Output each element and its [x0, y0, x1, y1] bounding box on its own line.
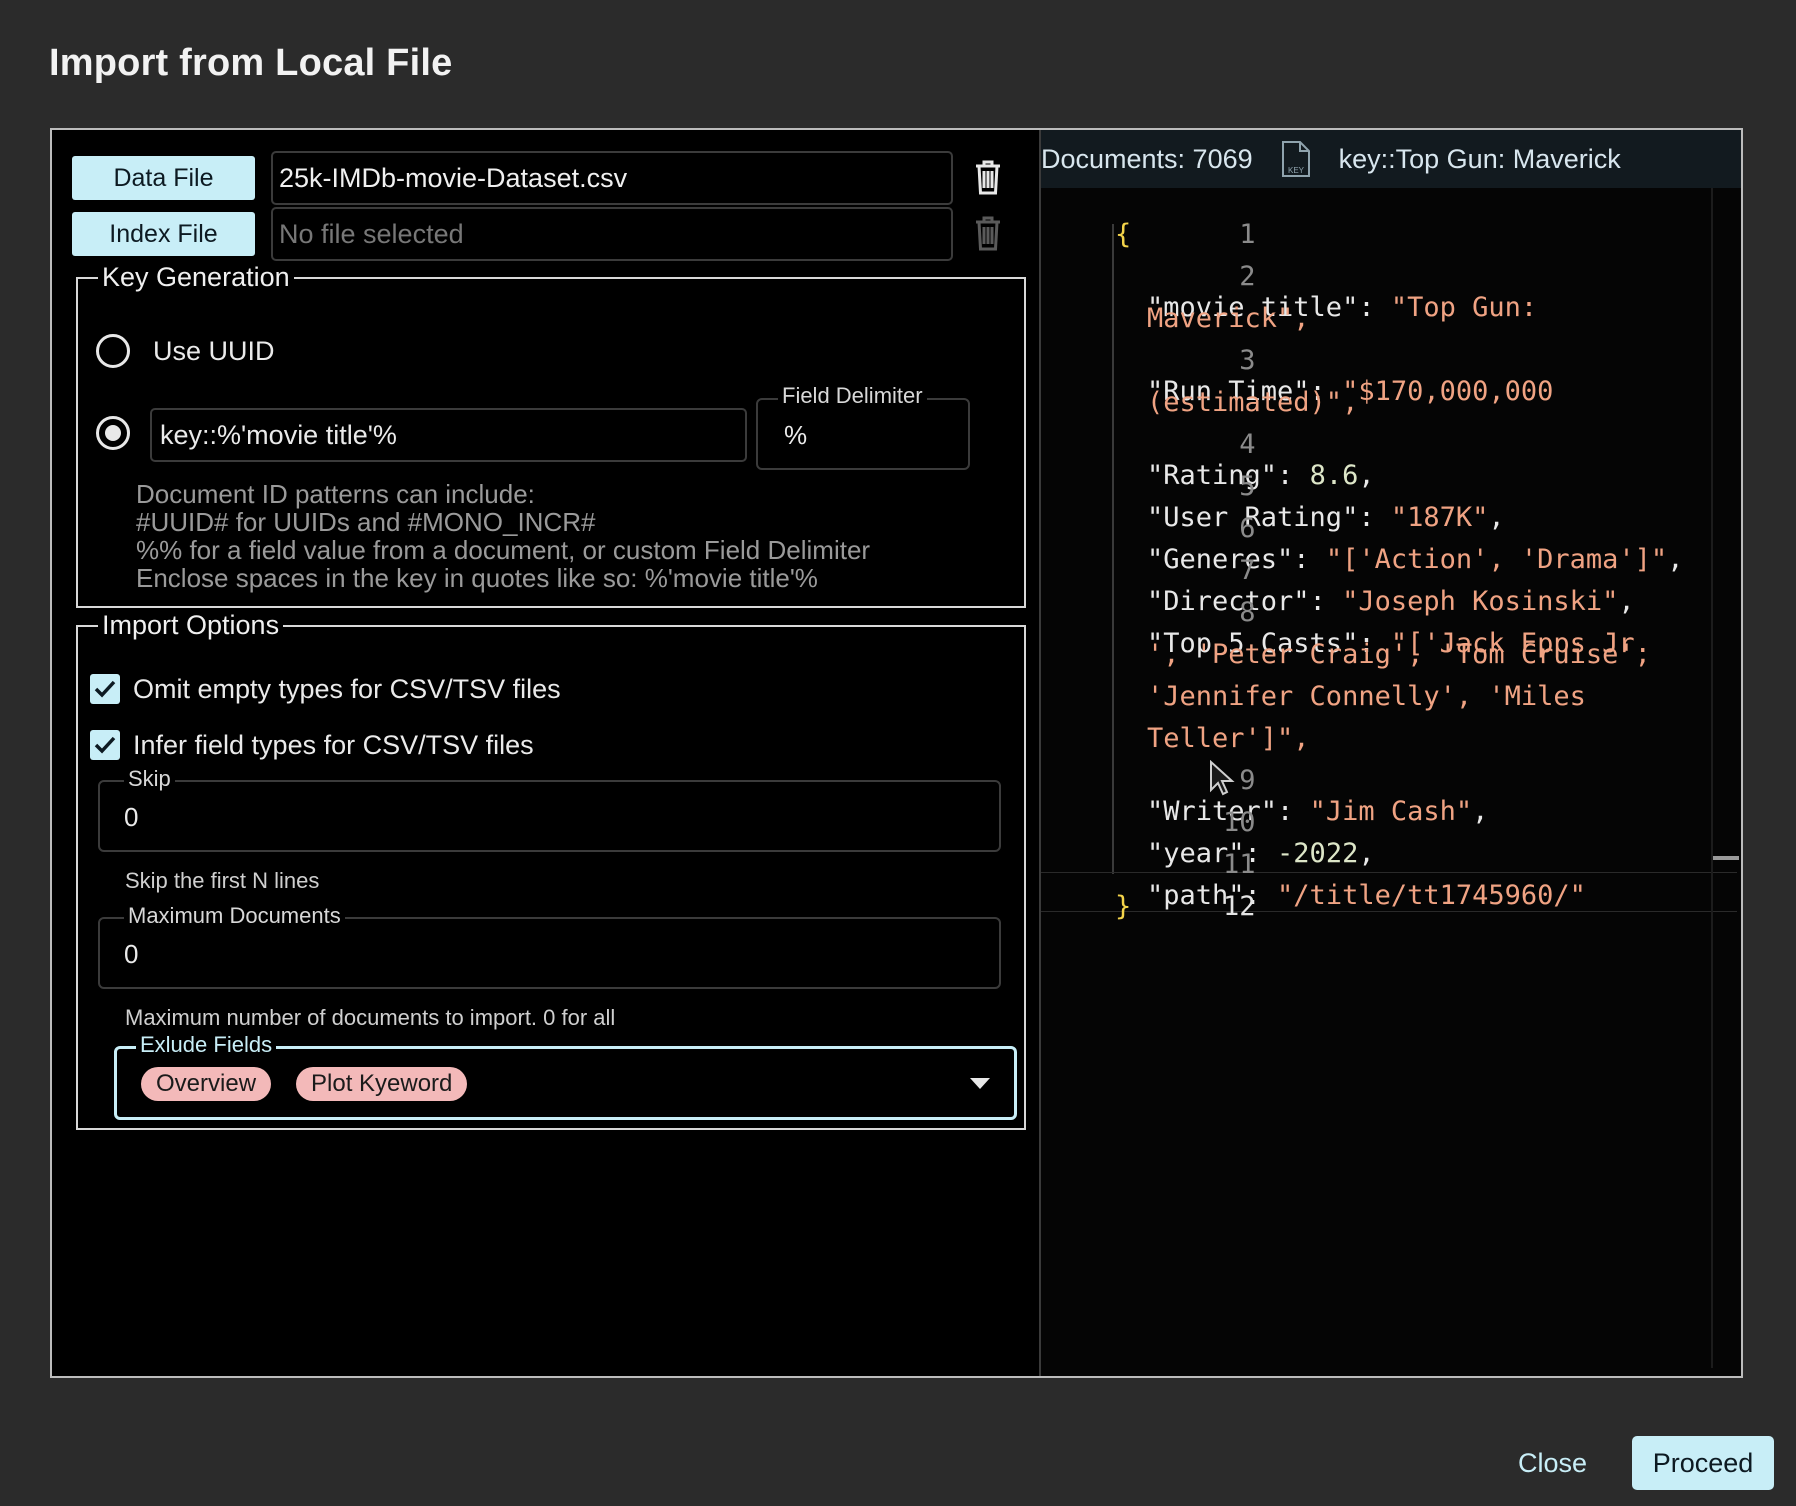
- max-documents-label: Maximum Documents: [124, 903, 345, 929]
- field-delimiter-value: %: [784, 420, 808, 450]
- key-generation-legend: Key Generation: [102, 262, 290, 292]
- data-file-button[interactable]: Data File: [72, 156, 255, 200]
- scrollbar-thumb[interactable]: [1713, 856, 1739, 860]
- import-dialog: Import from Local File Data File 25k-IMD…: [0, 0, 1796, 1506]
- pattern-radio[interactable]: [96, 416, 130, 450]
- close-button[interactable]: Close: [1506, 1440, 1599, 1487]
- key-pattern-input[interactable]: key::%'movie title'%: [150, 408, 747, 462]
- chip-plot-kyeword[interactable]: Plot Kyeword: [296, 1067, 468, 1101]
- skip-label: Skip: [124, 766, 175, 792]
- checkmark-icon: [94, 680, 116, 698]
- infer-types-checkbox[interactable]: [90, 730, 120, 760]
- import-options-legend: Import Options: [102, 610, 280, 640]
- code-line: 1{: [1115, 219, 1256, 250]
- trash-icon[interactable]: [970, 157, 1006, 197]
- chevron-down-icon[interactable]: [969, 1077, 991, 1091]
- code-line: 12}: [1115, 891, 1256, 922]
- skip-value: 0: [124, 802, 139, 832]
- json-preview[interactable]: 1{ 2 "movie title": "Top Gun: Maverick",…: [1041, 188, 1741, 1374]
- code-line: (estimated)",: [1147, 387, 1359, 418]
- trash-icon: [970, 213, 1006, 253]
- help-line: Document ID patterns can include:: [136, 479, 535, 509]
- code-line: 9 "Writer": "Jim Cash",: [1147, 765, 1489, 827]
- key-pattern-help: Document ID patterns can include: #UUID#…: [136, 480, 870, 592]
- preview-pane: Documents: 7069 KEY key::Top Gun: Maveri…: [1039, 130, 1741, 1376]
- exclude-fields-label: Exlude Fields: [136, 1032, 277, 1058]
- skip-helper: Skip the first N lines: [125, 868, 320, 893]
- svg-text:KEY: KEY: [1288, 166, 1305, 175]
- code-line: Maverick",: [1147, 303, 1310, 334]
- max-documents-value: 0: [124, 939, 139, 969]
- code-line: 6 "Generes": "['Action', 'Drama']",: [1147, 513, 1684, 575]
- mouse-cursor-icon: [1210, 760, 1235, 796]
- checkmark-icon: [94, 736, 116, 754]
- documents-count: Documents: 7069: [1041, 143, 1253, 174]
- chip-overview[interactable]: Overview: [141, 1067, 272, 1101]
- settings-pane: Data File 25k-IMDb-movie-Dataset.csv Ind…: [52, 130, 1039, 1376]
- index-file-button[interactable]: Index File: [72, 212, 255, 256]
- skip-field[interactable]: 0: [98, 780, 1001, 852]
- omit-empty-checkbox[interactable]: [90, 674, 120, 704]
- help-line: Enclose spaces in the key in quotes like…: [136, 563, 818, 593]
- current-key: key::Top Gun: Maverick: [1338, 143, 1621, 174]
- key-file-icon[interactable]: KEY: [1281, 140, 1311, 178]
- field-delimiter-label: Field Delimiter: [778, 383, 927, 409]
- index-file-field[interactable]: No file selected: [271, 207, 953, 261]
- help-line: %% for a field value from a document, or…: [136, 535, 871, 565]
- max-documents-helper: Maximum number of documents to import. 0…: [125, 1005, 616, 1030]
- code-line: 11 "path": "/title/tt1745960/": [1147, 849, 1586, 911]
- code-line: 2 "movie title": "Top Gun:: [1147, 261, 1538, 323]
- use-uuid-radio[interactable]: [96, 334, 130, 368]
- omit-empty-label: Omit empty types for CSV/TSV files: [133, 674, 561, 704]
- code-line: ', 'Peter Craig', 'Tom Cruise',: [1147, 639, 1651, 670]
- dialog-title: Import from Local File: [49, 42, 453, 84]
- proceed-button[interactable]: Proceed: [1632, 1436, 1774, 1490]
- main-panel: Data File 25k-IMDb-movie-Dataset.csv Ind…: [50, 128, 1743, 1378]
- infer-types-label: Infer field types for CSV/TSV files: [133, 730, 534, 760]
- code-line: Teller']",: [1147, 723, 1310, 754]
- code-line: 7 "Director": "Joseph Kosinski",: [1147, 555, 1635, 617]
- code-line: 5 "User Rating": "187K",: [1147, 471, 1505, 533]
- use-uuid-label: Use UUID: [153, 336, 275, 366]
- code-line: 10 "year": -2022,: [1147, 807, 1375, 869]
- code-line: 3 "Run Time": "$170,000,000: [1147, 345, 1554, 407]
- data-file-field[interactable]: 25k-IMDb-movie-Dataset.csv: [271, 151, 953, 205]
- code-line: 'Jennifer Connelly', 'Miles: [1147, 681, 1586, 712]
- code-line: 8 "Top 5 Casts": "['Jack Epps Jr.: [1147, 597, 1651, 659]
- preview-header: Documents: 7069 KEY key::Top Gun: Maveri…: [1041, 130, 1741, 188]
- help-line: #UUID# for UUIDs and #MONO_INCR#: [136, 507, 596, 537]
- code-line: 4 "Rating": 8.6,: [1147, 429, 1375, 491]
- scrollbar-track[interactable]: [1711, 188, 1713, 1368]
